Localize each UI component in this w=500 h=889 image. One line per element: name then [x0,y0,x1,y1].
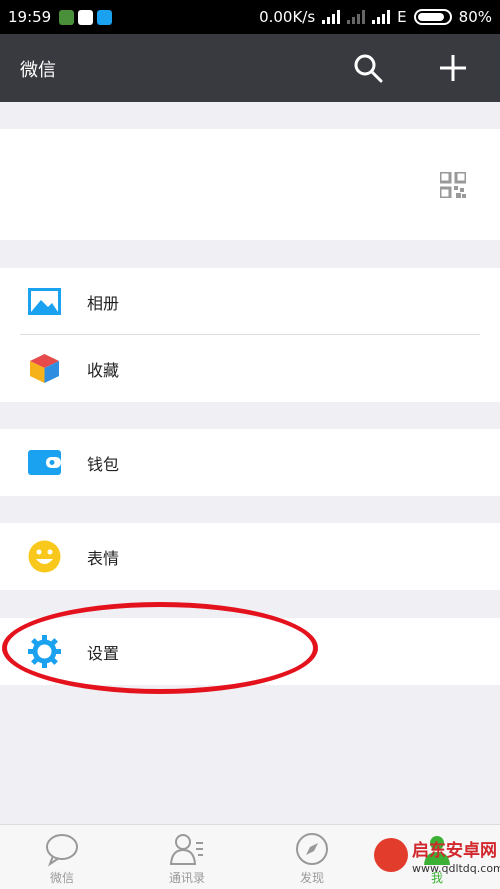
signal-icon-2 [372,10,391,24]
cube-icon [30,354,59,383]
profile-card[interactable] [0,129,500,240]
watermark-logo-icon [374,838,408,872]
status-time: 19:59 [8,8,52,26]
network-type: E [397,8,407,26]
battery-level: 80% [458,8,492,26]
status-bar: 19:59 0.00K/s E 80% [0,0,500,34]
tab-chats[interactable]: 微信 [17,825,107,889]
tab-contacts[interactable]: 通讯录 [142,825,232,889]
plus-icon[interactable] [437,52,469,84]
tab-label-chats: 微信 [49,871,74,885]
menu-label-settings: 设置 [87,644,120,663]
signal-icon [322,10,341,24]
menu-label-favorites: 收藏 [87,361,120,380]
menu-label-wallet: 钱包 [87,455,120,474]
qq-icon [78,9,94,25]
image-icon [28,288,61,315]
menu-label-album: 相册 [87,294,120,313]
contacts-icon [169,834,203,865]
wallet-group: 钱包 [0,429,500,496]
gear-icon [28,635,61,668]
tab-discover[interactable]: 发现 [267,825,357,889]
notification-app-icon [59,9,75,25]
search-icon[interactable] [352,52,384,84]
watermark: 启东安卓网 www.qdltdq.com [372,826,500,888]
tab-label-discover: 发现 [299,871,324,885]
album-favorites-group: 相册 收藏 [0,268,500,402]
page-title: 微信 [20,60,56,81]
water-drop-icon [97,9,113,25]
tab-label-contacts: 通讯录 [168,871,205,885]
qr-code-icon[interactable] [440,172,466,198]
watermark-url: www.qdltdq.com [412,862,500,875]
stickers-group: 表情 [0,523,500,590]
chat-icon [46,834,78,867]
watermark-title: 启东安卓网 [412,841,497,861]
settings-group: 设置 [0,618,500,685]
menu-label-stickers: 表情 [87,549,120,568]
battery-icon [413,9,452,25]
network-speed: 0.00K/s [259,8,316,26]
menu-item-favorites[interactable]: 收藏 [0,335,500,402]
wallet-icon [28,450,61,475]
menu-item-wallet[interactable]: 钱包 [0,429,500,496]
no-signal-icon [347,10,366,24]
smiley-icon [28,540,61,573]
menu-item-settings[interactable]: 设置 [0,618,500,685]
menu-item-album[interactable]: 相册 [0,268,500,335]
menu-item-stickers[interactable]: 表情 [0,523,500,590]
top-bar: 微信 [0,34,500,102]
compass-icon [296,833,328,865]
